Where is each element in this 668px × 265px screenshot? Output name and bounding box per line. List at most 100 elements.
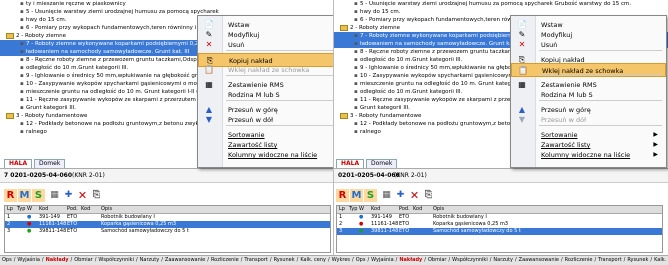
table-row[interactable]: 1 391-149 ETO Robotnik budowlany I ● [337, 214, 662, 221]
tab-hala[interactable]: HALA [336, 159, 365, 168]
cell-pod: ETO [67, 214, 78, 220]
bottom-tab[interactable]: Transport [596, 257, 623, 263]
col-lp[interactable]: Lp [339, 206, 345, 213]
bottom-tab[interactable]: Kalk. ceny [652, 257, 668, 263]
tree-item-label: odległość do 10 m.Grunt kategorii III. [360, 57, 463, 63]
menu-item-visible-columns[interactable]: Kolumny widoczne na liście▶ [198, 148, 334, 162]
s-button[interactable]: S [32, 189, 45, 202]
col-kod[interactable]: Kod [39, 206, 48, 213]
bottom-tab[interactable]: Rozliczenie [209, 257, 241, 263]
bottom-tab[interactable]: Kalk. ceny [298, 257, 328, 263]
bottom-tab[interactable]: Rysunek [625, 257, 650, 263]
bottom-tab[interactable]: Współczynniki [96, 257, 136, 263]
tree-item-label: 5 - Usunięcie warstwy ziemi urodzajnej h… [26, 9, 219, 15]
col-typ[interactable]: Typ [349, 206, 357, 213]
m-button[interactable]: M [350, 189, 363, 202]
delete-icon[interactable]: ✕ [408, 189, 421, 202]
tree-item[interactable]: ▪ ty i mieszanie ręczne w piaskownicy [0, 0, 334, 8]
col-kod2[interactable]: Kod [81, 206, 90, 213]
tree-item[interactable]: ▪ 5 - Usunięcie warstwy ziemi urodzajnej … [334, 0, 668, 8]
folder-icon [340, 24, 348, 31]
bottom-tab[interactable]: Rozliczenie [563, 257, 595, 263]
table-row[interactable]: 3 39811-148 ETO Samochód samowyładowczy do … [337, 228, 662, 235]
tree-item-label: ładowaniem na samochody samowyładowcze. … [26, 49, 190, 55]
position-code: 7 0201-0205-04-060 [4, 172, 73, 179]
cell-pod: ETO [399, 228, 410, 234]
r-button[interactable]: R [336, 189, 349, 202]
menu-item-label: Kolumny widoczne na liście [541, 151, 631, 159]
cell-opis: Robotnik budowlany I [433, 214, 487, 220]
bottom-tab[interactable]: Nakłady [44, 257, 71, 263]
col-pod[interactable]: Pod. [67, 206, 78, 213]
bottom-tab[interactable]: Wyjaśnia [369, 257, 396, 263]
col-w[interactable]: W [27, 206, 32, 213]
add-icon[interactable]: ✚ [394, 189, 407, 202]
menu-item-visible-columns[interactable]: Kolumny widoczne na liście▶ [511, 148, 666, 162]
bottom-tab[interactable]: Narzuty [491, 257, 515, 263]
bottom-tab[interactable]: Transport [242, 257, 269, 263]
copy-icon[interactable]: ⎘ [90, 189, 103, 202]
add-icon[interactable]: ✚ [62, 189, 75, 202]
table-row[interactable]: 2 11161-148 ETO Koparka gąsienicowa 0,25 m3… [5, 221, 330, 228]
grid-icon[interactable]: ▦ [380, 189, 393, 202]
cell-lp: 1 [7, 214, 11, 220]
tree-item-label: 2 - Roboty ziemne [16, 33, 66, 39]
bottom-tab[interactable]: Wykres [330, 257, 352, 263]
folder-icon [6, 32, 14, 39]
resource-type-icon: ● [27, 214, 32, 220]
outlay-grid: Lp Typ W Kod Pod. Kod Opis 1 391-149 ETO Ro… [4, 205, 331, 253]
grid-icon[interactable]: ▦ [48, 189, 61, 202]
col-kod2[interactable]: Kod [413, 206, 422, 213]
r-button[interactable]: R [4, 189, 17, 202]
cell-opis: Samochód samowyładowczy do 5 t [433, 228, 521, 234]
bottom-tab[interactable]: Narzuty [138, 257, 162, 263]
cell-opis: Samochód samowyładowczy do 5 t [101, 228, 189, 234]
bottom-tab[interactable]: Nakłady [397, 257, 424, 263]
copy-icon[interactable]: ⎘ [422, 189, 435, 202]
col-kod[interactable]: Kod [371, 206, 380, 213]
menu-item-label: Kolumny widoczne na liście [228, 151, 318, 159]
cell-lp: 2 [339, 221, 343, 227]
tree-item-label: hwy do 15 cm. [360, 9, 401, 15]
bottom-tab[interactable]: Ops [0, 257, 14, 263]
table-row[interactable]: 2 11161-148 ETO Koparka gąsienicowa 0,25 m3… [337, 221, 662, 228]
col-opis[interactable]: Opis [433, 206, 444, 213]
paste-outlay-icon: 📋 [204, 65, 214, 74]
resource-type-icon: ● [359, 228, 364, 234]
tree-item-label: 8 - Ręczne roboty ziemne z przewozem gru… [26, 57, 221, 63]
menu-separator [226, 50, 334, 51]
tab-domek[interactable]: Domek [34, 159, 66, 168]
cell-lp: 3 [339, 228, 343, 234]
bottom-tab[interactable]: Zaawansowanie [517, 257, 561, 263]
sheet-tabs: HALA Domek [336, 159, 416, 168]
col-lp[interactable]: Lp [7, 206, 13, 213]
tab-hala[interactable]: HALA [4, 159, 33, 168]
bottom-tab[interactable]: Ops [354, 257, 368, 263]
table-row[interactable]: 1 391-149 ETO Robotnik budowlany I ● [5, 214, 330, 221]
delete-icon[interactable]: ✕ [76, 189, 89, 202]
menu-separator [539, 50, 662, 51]
bottom-tab[interactable]: Obmiar [426, 257, 449, 263]
bottom-tab[interactable]: Rysunek [272, 257, 297, 263]
position-header: 0201-0205-04-060 (KNR 2-01) [334, 168, 668, 183]
col-typ[interactable]: Typ [17, 206, 25, 213]
table-row[interactable]: 3 39811-148 ETO Samochód samowyładowczy do … [5, 228, 330, 235]
tab-domek[interactable]: Domek [366, 159, 398, 168]
bottom-tab[interactable]: Wyjaśnia [15, 257, 42, 263]
cell-opis: Koparka gąsienicowa 0,25 m3 [101, 221, 177, 227]
m-button[interactable]: M [18, 189, 31, 202]
bottom-tab[interactable]: Obmiar [72, 257, 95, 263]
col-pod[interactable]: Pod. [399, 206, 410, 213]
cell-kod: 11161-148 [39, 221, 67, 227]
bottom-tab[interactable]: Zaawansowanie [163, 257, 207, 263]
tree-item-label: ralnego [360, 129, 381, 135]
left-panel: ▪ ty i mieszanie ręczne w piaskownicy ▪ 5 -… [0, 0, 334, 255]
s-button[interactable]: S [364, 189, 377, 202]
tree-item-label: 12 - Podkłady betonowe na podłożu grunto… [26, 121, 216, 127]
cell-pod: ETO [67, 228, 78, 234]
move-down-icon: ▼ [518, 115, 526, 124]
tree-item-label: Grunt kategorii III. [360, 105, 410, 111]
bottom-tab[interactable]: Współczynniki [450, 257, 490, 263]
col-w[interactable]: W [359, 206, 364, 213]
col-opis[interactable]: Opis [101, 206, 112, 213]
